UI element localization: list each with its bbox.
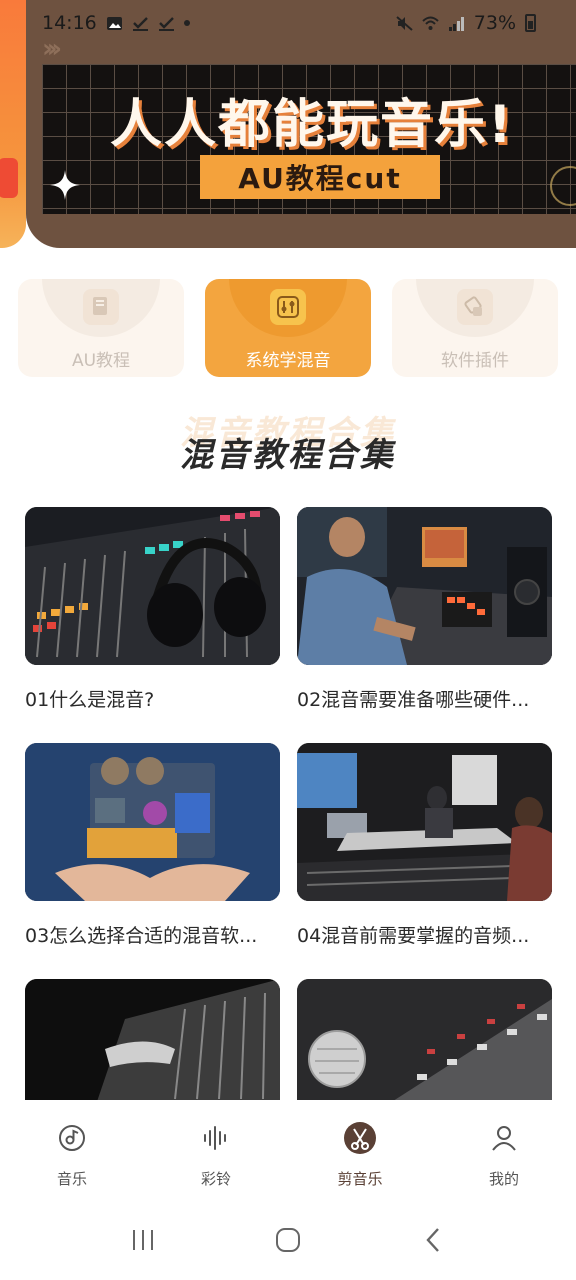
- video-thumbnail[interactable]: [25, 507, 280, 665]
- back-icon: [426, 1228, 440, 1252]
- category-tabs: AU教程 系统学混音 软件插件: [18, 279, 558, 377]
- video-title[interactable]: 01什么是混音?: [25, 685, 280, 712]
- scissors-music-icon: [342, 1120, 378, 1156]
- nav-ringtone[interactable]: 彩铃: [144, 1100, 288, 1200]
- video-card[interactable]: 04混音前需要掌握的音频...: [297, 743, 552, 979]
- banner-title: 人人都能玩音乐!: [110, 95, 514, 155]
- home-button[interactable]: [258, 1215, 318, 1265]
- battery-percent: 73%: [473, 12, 516, 34]
- status-bar: 14:16 73%: [0, 0, 576, 46]
- nav-label: 音乐: [56, 1170, 87, 1188]
- sparkle-icon: [50, 170, 80, 200]
- banner-decoration: [0, 158, 18, 198]
- mute-icon: [396, 15, 413, 31]
- category-au-tutorial[interactable]: AU教程: [18, 279, 184, 377]
- nav-profile[interactable]: 我的: [432, 1100, 576, 1200]
- check-notification-icon: [132, 16, 148, 31]
- gallery-notification-icon: [106, 16, 122, 30]
- document-icon: [83, 289, 119, 325]
- video-thumbnail[interactable]: [297, 507, 552, 665]
- banner-tag: AU教程cut: [200, 155, 440, 199]
- category-plugins[interactable]: 软件插件: [392, 279, 558, 377]
- music-disc-icon: [54, 1120, 90, 1156]
- battery-icon: [525, 14, 536, 32]
- signal-icon: [448, 16, 464, 31]
- video-title[interactable]: 03怎么选择合适的混音软...: [25, 921, 280, 948]
- section-header: 混音教程合集 混音教程合集: [0, 413, 576, 480]
- back-button[interactable]: [403, 1215, 463, 1265]
- video-thumbnail[interactable]: [25, 743, 280, 901]
- section-title: 混音教程合集: [180, 435, 396, 474]
- recent-apps-icon: [132, 1230, 153, 1250]
- home-icon: [275, 1228, 300, 1252]
- sound-wave-icon: [198, 1120, 234, 1156]
- nav-cut-music[interactable]: 剪音乐: [288, 1100, 432, 1200]
- category-label: 系统学混音: [245, 351, 331, 371]
- wifi-icon: [422, 16, 439, 30]
- category-label: AU教程: [71, 351, 131, 371]
- nav-label: 剪音乐: [337, 1170, 383, 1188]
- video-card[interactable]: 03怎么选择合适的混音软...: [25, 743, 280, 979]
- person-icon: [486, 1120, 522, 1156]
- video-card[interactable]: 01什么是混音?: [25, 507, 280, 743]
- plugin-icon: [457, 289, 493, 325]
- more-notifications-dot-icon: [183, 20, 190, 26]
- category-label: 软件插件: [441, 351, 509, 371]
- system-navigation-bar: [0, 1200, 576, 1280]
- bottom-navigation: 音乐 彩铃 剪音乐 我的: [0, 1100, 576, 1200]
- mixer-icon: [270, 289, 306, 325]
- status-time: 14:16: [42, 12, 97, 34]
- nav-label: 我的: [488, 1170, 519, 1188]
- video-title[interactable]: 04混音前需要掌握的音频...: [297, 921, 552, 948]
- nav-music[interactable]: 音乐: [0, 1100, 144, 1200]
- video-title[interactable]: 02混音需要准备哪些硬件...: [297, 685, 552, 712]
- nav-label: 彩铃: [200, 1170, 231, 1188]
- check-notification-icon: [158, 16, 174, 31]
- category-mixing-system[interactable]: 系统学混音: [205, 279, 371, 377]
- video-thumbnail[interactable]: [297, 743, 552, 901]
- video-card[interactable]: 02混音需要准备哪些硬件...: [297, 507, 552, 743]
- recent-apps-button[interactable]: [113, 1215, 173, 1265]
